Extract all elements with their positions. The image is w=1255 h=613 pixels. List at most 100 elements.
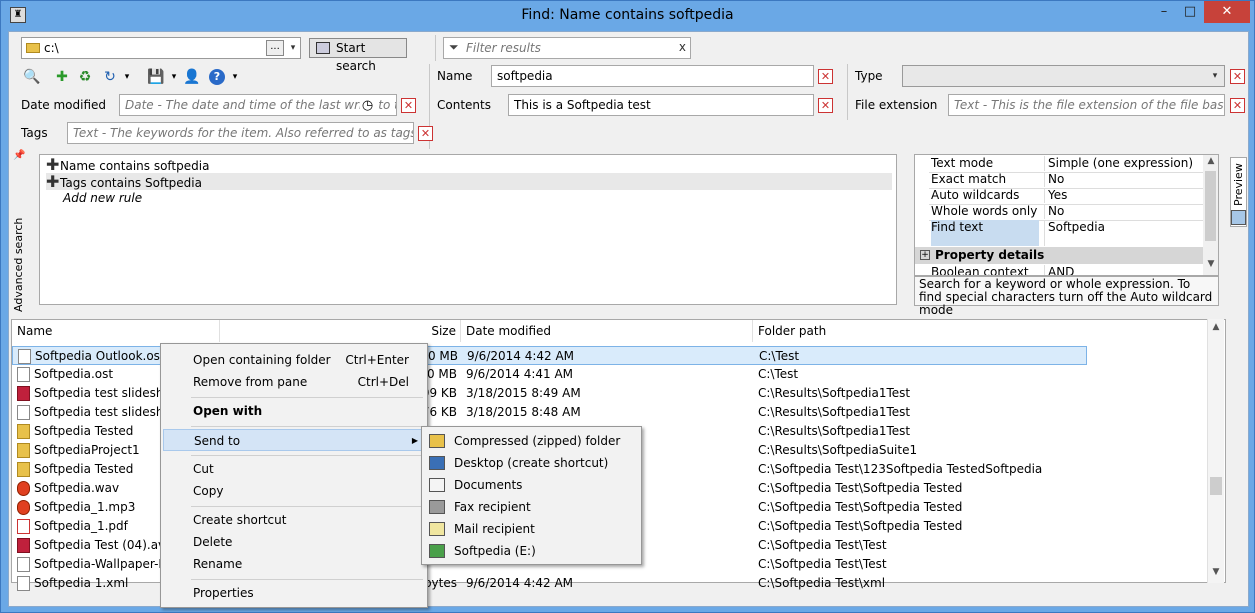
start-search-button[interactable]: Start search bbox=[309, 38, 407, 73]
chevron-down-icon[interactable]: ▾ bbox=[1208, 68, 1222, 84]
clear-type-button[interactable]: ✕ bbox=[1230, 69, 1245, 84]
clock-icon[interactable]: ◷ bbox=[360, 98, 375, 113]
send-to-submenu: Compressed (zipped) folder Desktop (crea… bbox=[421, 426, 642, 565]
menu-item-rename[interactable]: Rename bbox=[163, 553, 425, 575]
menu-item-delete[interactable]: Delete bbox=[163, 531, 425, 553]
rule-item[interactable]: ✚Tags contains Softpedia bbox=[46, 173, 892, 190]
cell-folder: C:\Softpedia Test\Softpedia Tested bbox=[758, 481, 963, 495]
menu-separator bbox=[191, 397, 423, 398]
advanced-search-tab[interactable]: Advanced search bbox=[12, 162, 26, 312]
menu-item-fax-recipient[interactable]: Fax recipient bbox=[424, 496, 639, 518]
pin-icon[interactable]: 📌 bbox=[13, 150, 25, 161]
search-icon[interactable]: 🔍 bbox=[23, 69, 40, 85]
scroll-thumb[interactable] bbox=[1205, 171, 1216, 241]
property-value: No bbox=[1044, 172, 1204, 187]
refresh-icon[interactable]: ↻ bbox=[102, 69, 118, 85]
property-row[interactable]: Whole words only No bbox=[929, 204, 1203, 220]
rule-item[interactable]: ✚Name contains softpedia bbox=[46, 156, 892, 173]
menu-item-shortcut: Ctrl+Del bbox=[357, 375, 409, 389]
filter-clear-button[interactable]: x bbox=[679, 40, 686, 54]
scroll-down-icon[interactable]: ▼ bbox=[1208, 567, 1224, 577]
close-button[interactable]: ✕ bbox=[1204, 1, 1250, 23]
menu-item-desktop-shortcut[interactable]: Desktop (create shortcut) bbox=[424, 452, 639, 474]
column-header-date-modified[interactable]: Date modified bbox=[461, 320, 753, 342]
minimize-button[interactable]: – bbox=[1151, 1, 1177, 23]
browse-button[interactable]: ... bbox=[266, 40, 284, 56]
menu-item-open-with[interactable]: Open with bbox=[163, 400, 425, 422]
property-category[interactable]: + Property details bbox=[915, 247, 1203, 264]
contents-input[interactable]: This is a Softpedia test bbox=[508, 94, 814, 116]
recycle-icon[interactable]: ♻ bbox=[77, 69, 93, 85]
cell-folder: C:\Softpedia Test\Softpedia Tested bbox=[758, 519, 963, 533]
search-path-combo[interactable]: c:\ ... ▾ bbox=[21, 37, 301, 59]
menu-item-create-shortcut[interactable]: Create shortcut bbox=[163, 509, 425, 531]
menu-item-open-containing-folder[interactable]: Open containing folder Ctrl+Enter bbox=[163, 349, 425, 371]
menu-item-send-to[interactable]: Send to ▶ bbox=[163, 429, 425, 451]
add-new-rule-link[interactable]: Add new rule bbox=[46, 190, 892, 207]
menu-item-cut[interactable]: Cut bbox=[163, 458, 425, 480]
file-extension-label: File extension bbox=[855, 98, 938, 112]
filter-results-input[interactable]: ⏷ Filter results x bbox=[443, 37, 691, 59]
clear-name-button[interactable]: ✕ bbox=[818, 69, 833, 84]
file-extension-input[interactable]: Text - This is the file extension of the… bbox=[948, 94, 1225, 116]
add-icon[interactable]: ✚ bbox=[54, 69, 70, 85]
add-icon: ✚ bbox=[46, 172, 60, 191]
clear-tags-button[interactable]: ✕ bbox=[418, 126, 433, 141]
property-key: Auto wildcards bbox=[931, 188, 1020, 202]
preview-label: Preview bbox=[1232, 163, 1245, 206]
property-row[interactable]: Find text Softpedia bbox=[929, 220, 1203, 246]
column-header-name[interactable]: Name bbox=[12, 320, 220, 342]
column-header-folder-path[interactable]: Folder path bbox=[753, 320, 1208, 342]
clear-date-button[interactable]: ✕ bbox=[401, 98, 416, 113]
clear-contents-button[interactable]: ✕ bbox=[818, 98, 833, 113]
scroll-up-icon[interactable]: ▲ bbox=[1203, 156, 1219, 166]
menu-item-label: Mail recipient bbox=[454, 522, 535, 536]
column-header-size[interactable]: Size bbox=[220, 320, 461, 342]
scroll-down-icon[interactable]: ▼ bbox=[1203, 259, 1219, 269]
menu-item-documents[interactable]: Documents bbox=[424, 474, 639, 496]
menu-item-remove-from-pane[interactable]: Remove from pane Ctrl+Del bbox=[163, 371, 425, 393]
property-row[interactable]: Boolean context AND bbox=[929, 265, 1203, 275]
menu-item-properties[interactable]: Properties bbox=[163, 582, 425, 604]
date-modified-input[interactable]: Date - The date and time of the last wri… bbox=[119, 94, 397, 116]
maximize-button[interactable]: □ bbox=[1177, 1, 1203, 23]
menu-item-compressed-folder[interactable]: Compressed (zipped) folder bbox=[424, 430, 639, 452]
property-row[interactable]: Text mode Simple (one expression) bbox=[929, 156, 1203, 172]
chevron-down-icon[interactable]: ▾ bbox=[286, 40, 300, 56]
file-file-icon bbox=[17, 576, 30, 591]
name-input[interactable]: softpedia bbox=[491, 65, 814, 87]
image-icon[interactable] bbox=[1231, 210, 1246, 225]
client-area: c:\ ... ▾ Start search ⏷ Filter results … bbox=[8, 31, 1249, 608]
scroll-up-icon[interactable]: ▲ bbox=[1208, 322, 1224, 332]
scroll-thumb[interactable] bbox=[1210, 477, 1222, 495]
property-value: Simple (one expression) bbox=[1044, 156, 1204, 171]
fax-icon bbox=[429, 500, 445, 514]
property-scrollbar[interactable]: ▲ ▼ bbox=[1203, 155, 1218, 275]
type-combo[interactable]: ▾ bbox=[902, 65, 1225, 87]
folder-icon bbox=[26, 43, 40, 53]
menu-item-copy[interactable]: Copy bbox=[163, 480, 425, 502]
zip-folder-icon bbox=[429, 434, 445, 448]
expand-icon[interactable]: + bbox=[920, 250, 930, 260]
cell-folder: C:\Softpedia Test\xml bbox=[758, 576, 886, 590]
chevron-down-icon[interactable]: ▾ bbox=[166, 69, 182, 85]
chevron-down-icon[interactable]: ▾ bbox=[119, 69, 135, 85]
menu-item-softpedia-drive[interactable]: Softpedia (E:) bbox=[424, 540, 639, 562]
user-icon[interactable]: 👤 bbox=[183, 69, 200, 85]
property-value: No bbox=[1044, 204, 1204, 219]
clear-extension-button[interactable]: ✕ bbox=[1230, 98, 1245, 113]
property-row[interactable]: Exact match No bbox=[929, 172, 1203, 188]
cell-folder: C:\Results\SoftpediaSuite1 bbox=[758, 443, 918, 457]
menu-item-mail-recipient[interactable]: Mail recipient bbox=[424, 518, 639, 540]
save-icon[interactable]: 💾 bbox=[147, 69, 164, 85]
menu-separator bbox=[191, 426, 423, 427]
property-category-label: Property details bbox=[935, 248, 1045, 262]
chevron-down-icon[interactable]: ▾ bbox=[227, 69, 243, 85]
advanced-search-label: Advanced search bbox=[12, 217, 25, 312]
results-scrollbar[interactable]: ▲ ▼ bbox=[1207, 319, 1224, 583]
cell-folder: C:\Results\Softpedia1Test bbox=[758, 386, 911, 400]
help-icon[interactable]: ? bbox=[209, 69, 225, 85]
property-key: Boolean context bbox=[931, 265, 1029, 275]
property-row[interactable]: Auto wildcards Yes bbox=[929, 188, 1203, 204]
tags-input[interactable]: Text - The keywords for the item. Also r… bbox=[67, 122, 414, 144]
